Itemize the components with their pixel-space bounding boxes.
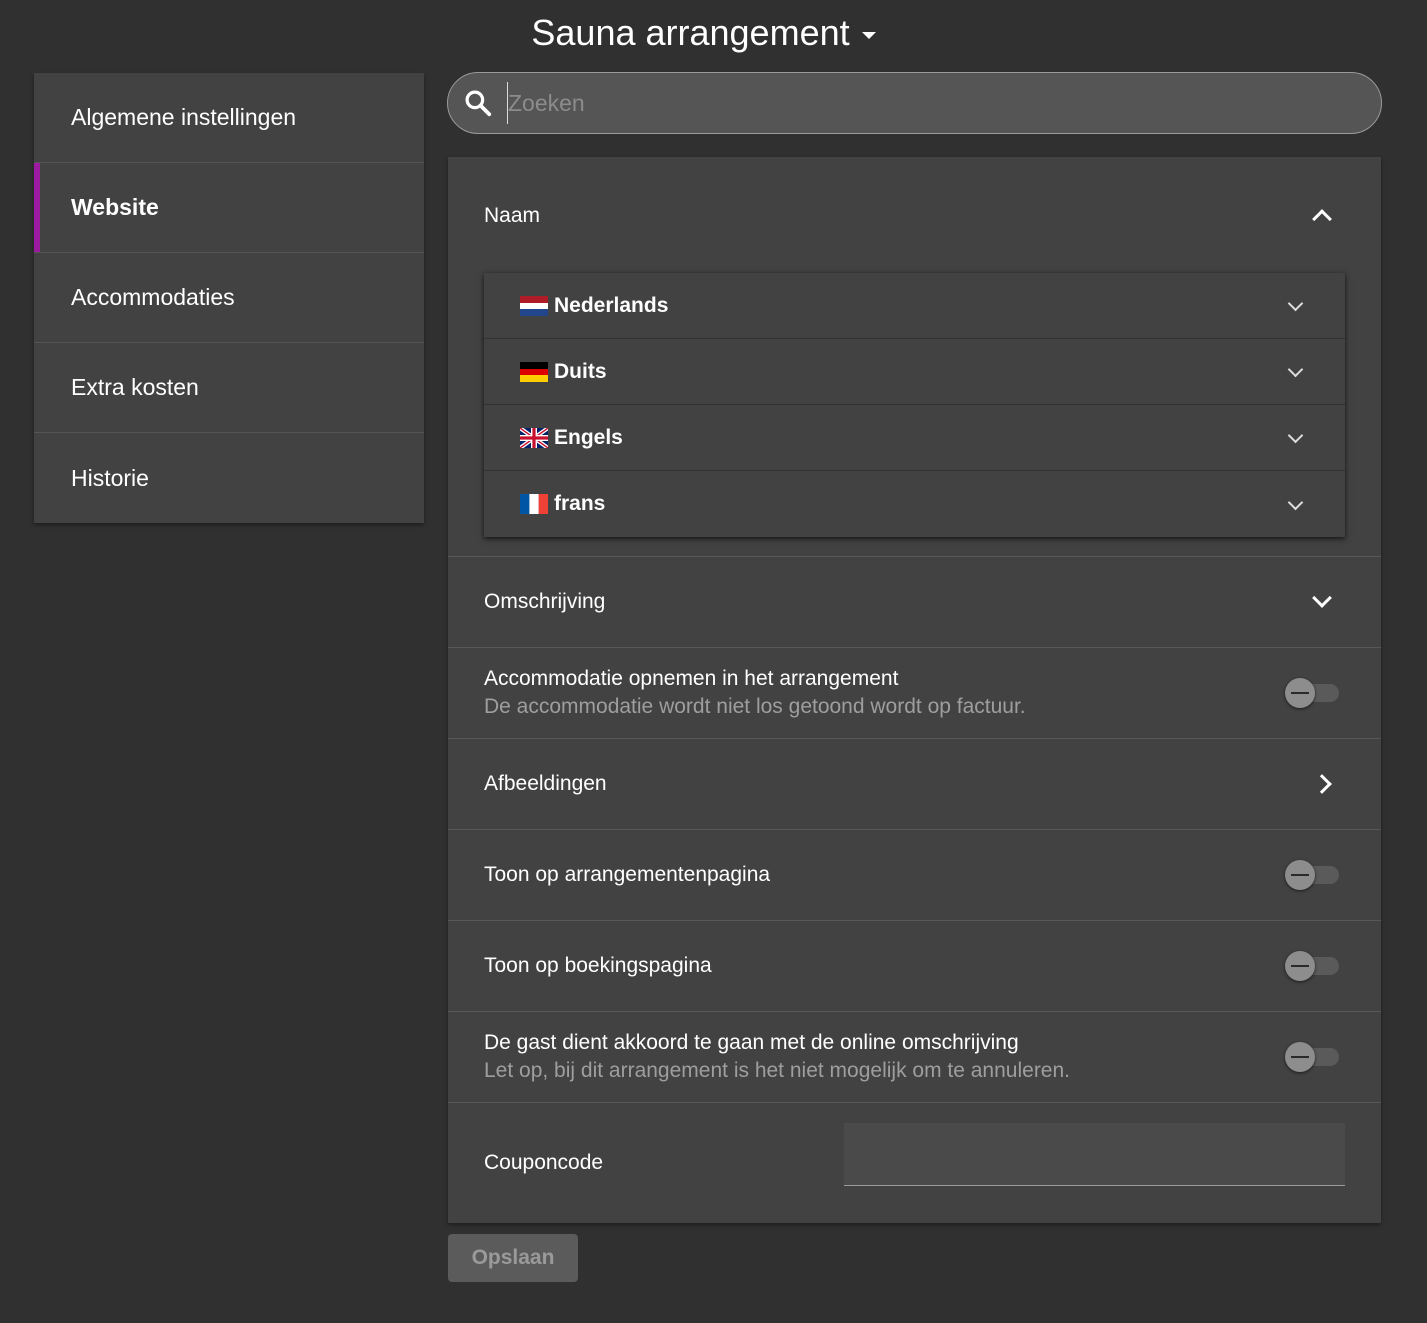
akkoord-label: De gast dient akkoord te gaan met de onl…	[484, 1031, 1019, 1054]
chevron-up-icon[interactable]	[1312, 209, 1332, 229]
language-item-engels[interactable]: Engels	[484, 405, 1345, 471]
toggle-off-icon	[1285, 1042, 1315, 1072]
language-label: Nederlands	[554, 293, 669, 317]
chevron-down-icon[interactable]	[1287, 295, 1304, 312]
chevron-down-icon[interactable]	[1287, 361, 1304, 378]
sidebar-item-label: Historie	[71, 464, 149, 491]
toggle-off-icon	[1285, 951, 1315, 981]
accommodatie-label: Accommodatie opnemen in het arrangement	[484, 667, 899, 690]
akkoord-description: Let op, bij dit arrangement is het niet …	[484, 1059, 1071, 1082]
akkoord-toggle[interactable]	[1285, 1042, 1339, 1072]
language-label: Duits	[554, 359, 607, 383]
language-item-nederlands[interactable]: Nederlands	[484, 273, 1345, 339]
sidebar-item-extra-kosten[interactable]: Extra kosten	[34, 343, 424, 433]
toon-boekingspagina-toggle[interactable]	[1285, 951, 1339, 981]
omschrijving-label: Omschrijving	[484, 590, 606, 613]
sidebar-item-algemene-instellingen[interactable]: Algemene instellingen	[34, 73, 424, 163]
language-item-frans[interactable]: frans	[484, 471, 1345, 537]
akkoord-row: De gast dient akkoord te gaan met de onl…	[448, 1012, 1381, 1103]
couponcode-label: Couponcode	[484, 1151, 604, 1174]
search-icon[interactable]	[463, 88, 493, 118]
toon-boekingspagina-row: Toon op boekingspagina	[448, 921, 1381, 1012]
language-label: Engels	[554, 425, 623, 449]
search-input[interactable]	[507, 82, 1381, 124]
header: Sauna arrangement	[0, 12, 1427, 54]
sidebar-item-accommodaties[interactable]: Accommodaties	[34, 253, 424, 343]
accommodatie-toggle[interactable]	[1285, 678, 1339, 708]
toggle-off-icon	[1285, 678, 1315, 708]
page-title: Sauna arrangement	[531, 12, 850, 53]
chevron-right-icon[interactable]	[1312, 774, 1332, 794]
toon-arrangementenpagina-label: Toon op arrangementenpagina	[484, 863, 771, 886]
afbeeldingen-row[interactable]: Afbeeldingen	[448, 739, 1381, 830]
de-flag-icon	[520, 361, 548, 382]
couponcode-input[interactable]	[844, 1122, 1345, 1186]
sidebar-item-label: Accommodaties	[71, 284, 235, 310]
caret-down-icon	[861, 31, 876, 39]
language-item-duits[interactable]: Duits	[484, 339, 1345, 405]
language-label: frans	[554, 492, 606, 515]
nl-flag-icon	[520, 295, 548, 316]
arrangement-selector[interactable]: Sauna arrangement	[531, 12, 876, 54]
afbeeldingen-label: Afbeeldingen	[484, 772, 607, 795]
toon-arrangementenpagina-row: Toon op arrangementenpagina	[448, 830, 1381, 921]
sidebar-item-label: Algemene instellingen	[71, 104, 297, 130]
chevron-down-icon[interactable]	[1287, 494, 1304, 510]
naam-label: Naam	[484, 203, 541, 227]
accommodatie-row: Accommodatie opnemen in het arrangement …	[448, 648, 1381, 739]
toggle-off-icon	[1285, 860, 1315, 890]
chevron-down-icon[interactable]	[1312, 588, 1332, 608]
sidebar-item-website[interactable]: Website	[34, 163, 424, 253]
accommodatie-description: De accommodatie wordt niet los getoond w…	[484, 695, 1026, 718]
omschrijving-row[interactable]: Omschrijving	[448, 557, 1381, 648]
toon-boekingspagina-label: Toon op boekingspagina	[484, 954, 712, 977]
sidebar-item-label: Extra kosten	[71, 374, 199, 400]
website-settings-panel: Naam Nederlands Duits Engels frans Omsch…	[448, 157, 1381, 1223]
naam-header[interactable]: Naam	[448, 157, 1381, 273]
gb-flag-icon	[520, 427, 548, 448]
language-list: Nederlands Duits Engels frans	[484, 273, 1345, 537]
naam-section: Naam Nederlands Duits Engels frans	[448, 157, 1381, 557]
toon-arrangementenpagina-toggle[interactable]	[1285, 860, 1339, 890]
sidebar: Algemene instellingen Website Accommodat…	[34, 73, 424, 523]
search-bar	[447, 72, 1382, 134]
couponcode-row: Couponcode	[448, 1103, 1381, 1223]
sidebar-item-label: Website	[71, 194, 159, 220]
save-button[interactable]: Opslaan	[448, 1234, 578, 1282]
sidebar-item-historie[interactable]: Historie	[34, 433, 424, 523]
chevron-down-icon[interactable]	[1287, 427, 1304, 444]
fr-flag-icon	[520, 494, 548, 514]
